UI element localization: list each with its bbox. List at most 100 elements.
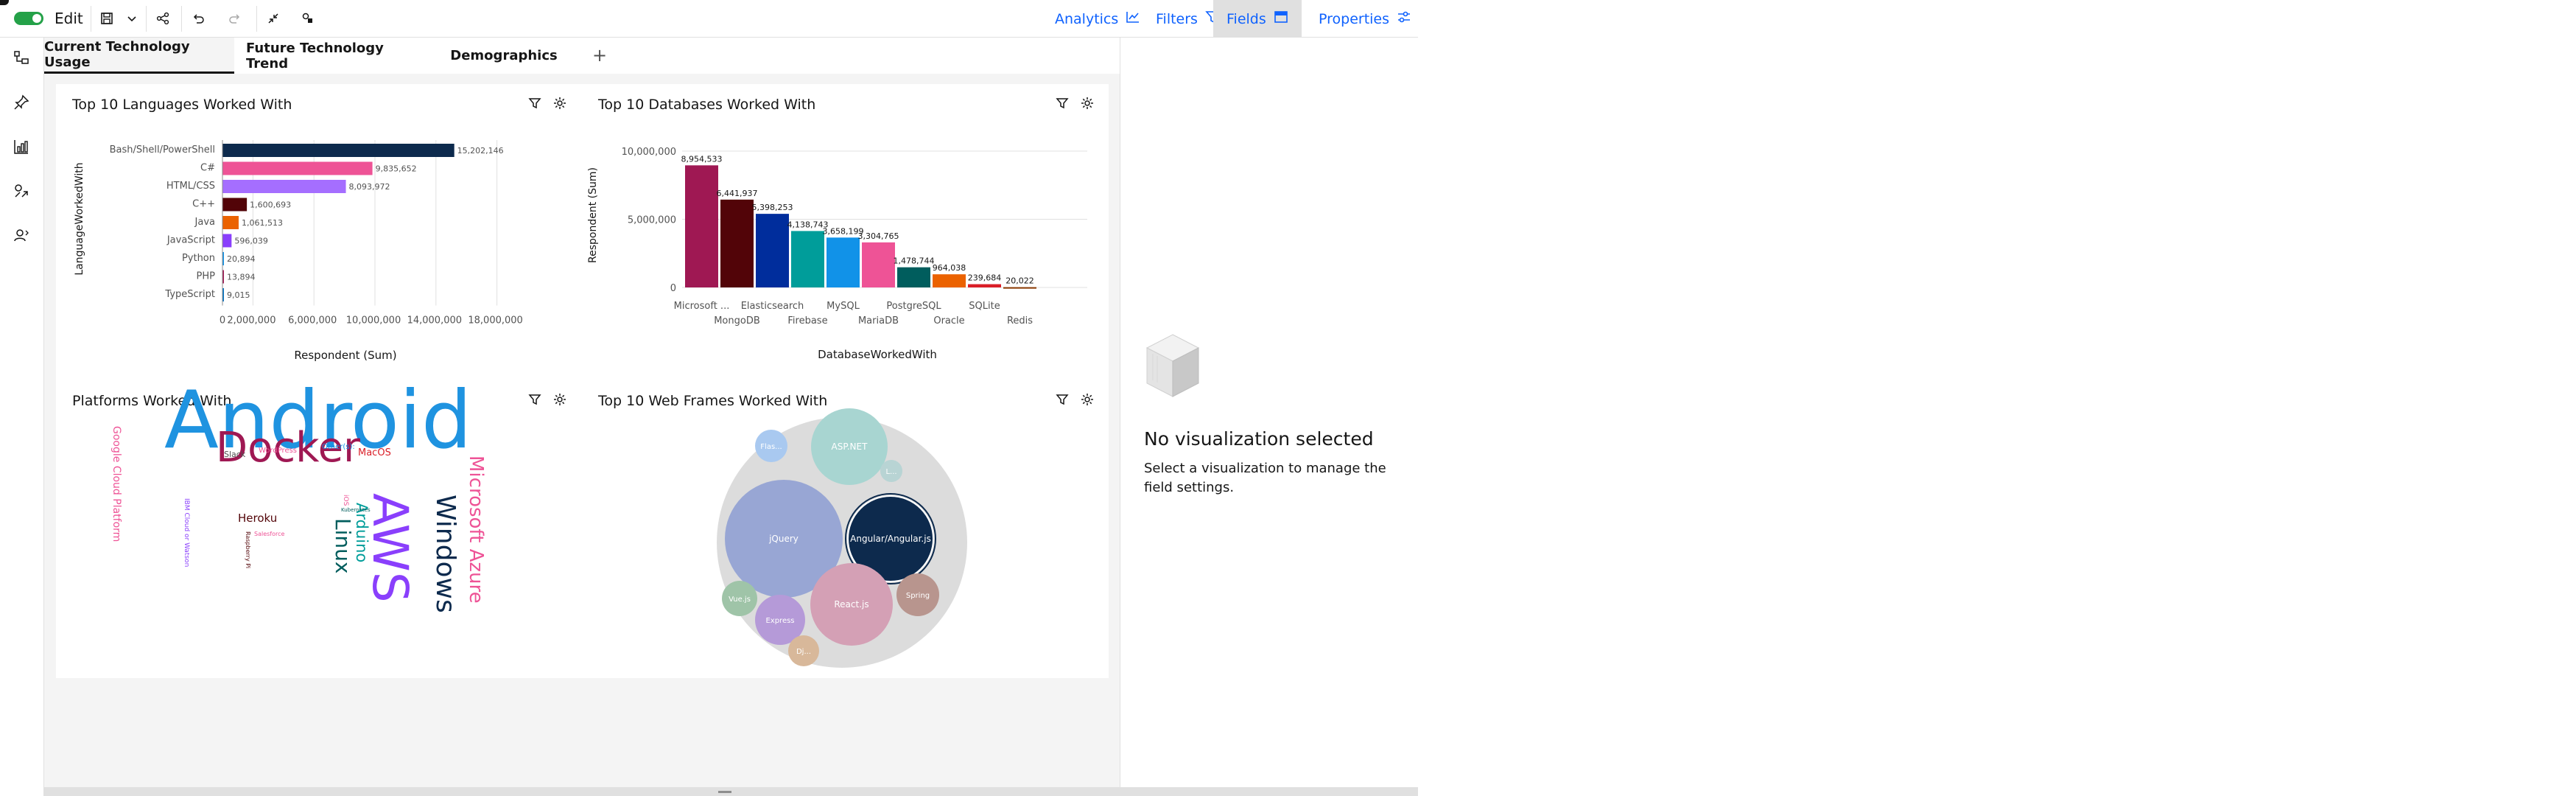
x-axis-title: Respondent (Sum) bbox=[294, 349, 396, 362]
word: Linux bbox=[331, 518, 355, 573]
chevron-down-icon[interactable] bbox=[122, 9, 141, 28]
bar-value-label: 9,015 bbox=[227, 290, 250, 300]
dashboard-tabs: Current Technology Usage Future Technolo… bbox=[44, 38, 1120, 74]
bar bbox=[827, 237, 860, 287]
platforms-card[interactable]: Platforms Worked With Android Docker AWS Wi… bbox=[56, 380, 583, 678]
category-label: Firebase bbox=[787, 315, 827, 327]
word: Other(s): bbox=[322, 443, 355, 451]
bubble-label: Flas... bbox=[760, 443, 782, 451]
bar bbox=[933, 274, 966, 287]
tab-current-technology-usage[interactable]: Current Technology Usage bbox=[44, 38, 234, 74]
category-label: PHP bbox=[197, 271, 216, 282]
word: Raspberry Pi bbox=[245, 531, 251, 568]
dashboard-canvas: Top 10 Languages Worked With 0 2,000,000 6… bbox=[56, 84, 1109, 678]
fields-menu[interactable]: Fields bbox=[1213, 0, 1302, 38]
bar-value-label: 3,304,765 bbox=[858, 231, 899, 241]
bar-value-label: 6,441,937 bbox=[717, 189, 758, 198]
widgets-icon[interactable] bbox=[10, 180, 32, 202]
analytics-label: Analytics bbox=[1055, 10, 1119, 27]
bar-value-label: 20,022 bbox=[1006, 276, 1034, 286]
bar bbox=[720, 199, 754, 287]
x-tick-label: 0 bbox=[220, 315, 225, 327]
tab-future-technology-trend[interactable]: Future Technology Trend bbox=[246, 38, 423, 74]
undo-icon[interactable] bbox=[189, 9, 208, 28]
databases-card[interactable]: Top 10 Databases Worked With 0 5,000,000 1… bbox=[582, 84, 1109, 379]
shapes-icon[interactable] bbox=[298, 9, 317, 28]
fields-icon bbox=[1274, 10, 1288, 27]
left-sidebar bbox=[0, 38, 44, 796]
category-label: PostgreSQL bbox=[886, 301, 941, 312]
properties-menu[interactable]: Properties bbox=[1305, 0, 1418, 38]
fields-panel: No visualization selected Select a visua… bbox=[1120, 38, 1418, 787]
horizontal-scrollbar[interactable] bbox=[44, 787, 1418, 796]
data-sources-icon[interactable] bbox=[10, 47, 32, 69]
webframes-bubble-chart: jQuery ASP.NET Angular/Angular.js React.js E… bbox=[717, 408, 967, 668]
category-label: Bash/Shell/PowerShell bbox=[110, 144, 215, 156]
bubble-label: Vue.js bbox=[729, 596, 751, 604]
bar-value-label: 596,039 bbox=[234, 237, 268, 246]
analytics-menu[interactable]: Analytics bbox=[1042, 0, 1154, 38]
edit-label: Edit bbox=[55, 10, 83, 27]
bubble-label: ASP.NET bbox=[832, 441, 868, 452]
collapse-icon[interactable] bbox=[264, 9, 283, 28]
category-label: SQLite bbox=[969, 301, 1000, 312]
category-label: Oracle bbox=[933, 315, 964, 327]
bar-value-label: 1,600,693 bbox=[250, 200, 291, 210]
bubble-label: Spring bbox=[906, 592, 930, 600]
tab-demographics[interactable]: Demographics bbox=[430, 38, 578, 74]
bar-value-label: 239,684 bbox=[968, 273, 1002, 283]
share-icon[interactable] bbox=[153, 9, 172, 28]
properties-label: Properties bbox=[1319, 10, 1390, 27]
x-tick-label: 6,000,000 bbox=[288, 315, 337, 327]
word: MacOS bbox=[358, 447, 391, 458]
word: Microsoft Azure bbox=[465, 455, 487, 604]
word: IBM Cloud or Watson bbox=[183, 498, 190, 567]
visualizations-icon[interactable] bbox=[10, 136, 32, 158]
toolbar-divider bbox=[181, 6, 182, 32]
category-label: Java bbox=[194, 217, 215, 228]
bar-value-label: 1,478,744 bbox=[894, 256, 935, 266]
assistant-icon[interactable] bbox=[10, 224, 32, 246]
category-label: C# bbox=[200, 163, 215, 174]
platforms-word-cloud: AndroidDockerAWS Windows Microsoft AzureLi… bbox=[110, 380, 487, 613]
bar-value-label: 13,894 bbox=[227, 273, 256, 282]
bar bbox=[897, 267, 930, 287]
bar bbox=[222, 198, 248, 212]
category-label: Redis bbox=[1007, 315, 1033, 327]
bar bbox=[1003, 287, 1036, 289]
toolbar-divider bbox=[146, 6, 147, 32]
category-label: TypeScript bbox=[164, 289, 215, 300]
webframes-card[interactable]: Top 10 Web Frames Worked With jQuery ASP.… bbox=[582, 380, 1109, 678]
pin-icon[interactable] bbox=[10, 91, 32, 114]
bar-value-label: 964,038 bbox=[933, 263, 966, 273]
category-label: HTML/CSS bbox=[166, 181, 215, 192]
category-label: MariaDB bbox=[858, 315, 899, 327]
redo-icon[interactable] bbox=[225, 9, 245, 28]
bar-value-label: 9,835,652 bbox=[376, 164, 417, 174]
category-label: Microsoft ... bbox=[674, 301, 730, 312]
bar bbox=[791, 231, 824, 287]
bar-value-label: 5,398,253 bbox=[752, 203, 793, 212]
y-tick-label: 5,000,000 bbox=[628, 215, 676, 226]
bar-value-label: 15,202,146 bbox=[457, 146, 504, 156]
scrollbar-grip[interactable] bbox=[718, 791, 731, 793]
bar-value-label: 20,894 bbox=[227, 254, 256, 264]
top-toolbar: Edit Analytics Filters Fields Properties bbox=[0, 0, 1418, 38]
app-window: Edit Analytics Filters Fields Properties… bbox=[0, 0, 1418, 796]
bar-value-label: 8,093,972 bbox=[349, 182, 390, 192]
toolbar-divider bbox=[256, 6, 257, 32]
add-tab-button[interactable]: + bbox=[592, 45, 607, 66]
y-axis-title: Respondent (Sum) bbox=[587, 167, 599, 263]
bubble-label: React.js bbox=[834, 599, 868, 610]
sliders-icon bbox=[1397, 10, 1411, 27]
x-tick-label: 18,000,000 bbox=[468, 315, 522, 327]
bar bbox=[222, 144, 455, 157]
x-tick-label: 2,000,000 bbox=[227, 315, 276, 327]
y-tick-label: 10,000,000 bbox=[622, 147, 676, 158]
edit-toggle[interactable] bbox=[14, 12, 43, 25]
word: Windows bbox=[430, 495, 460, 613]
languages-card[interactable]: Top 10 Languages Worked With 0 2,000,000 6… bbox=[56, 84, 583, 379]
save-icon[interactable] bbox=[97, 9, 116, 28]
bar bbox=[222, 180, 346, 193]
bar bbox=[968, 284, 1001, 287]
